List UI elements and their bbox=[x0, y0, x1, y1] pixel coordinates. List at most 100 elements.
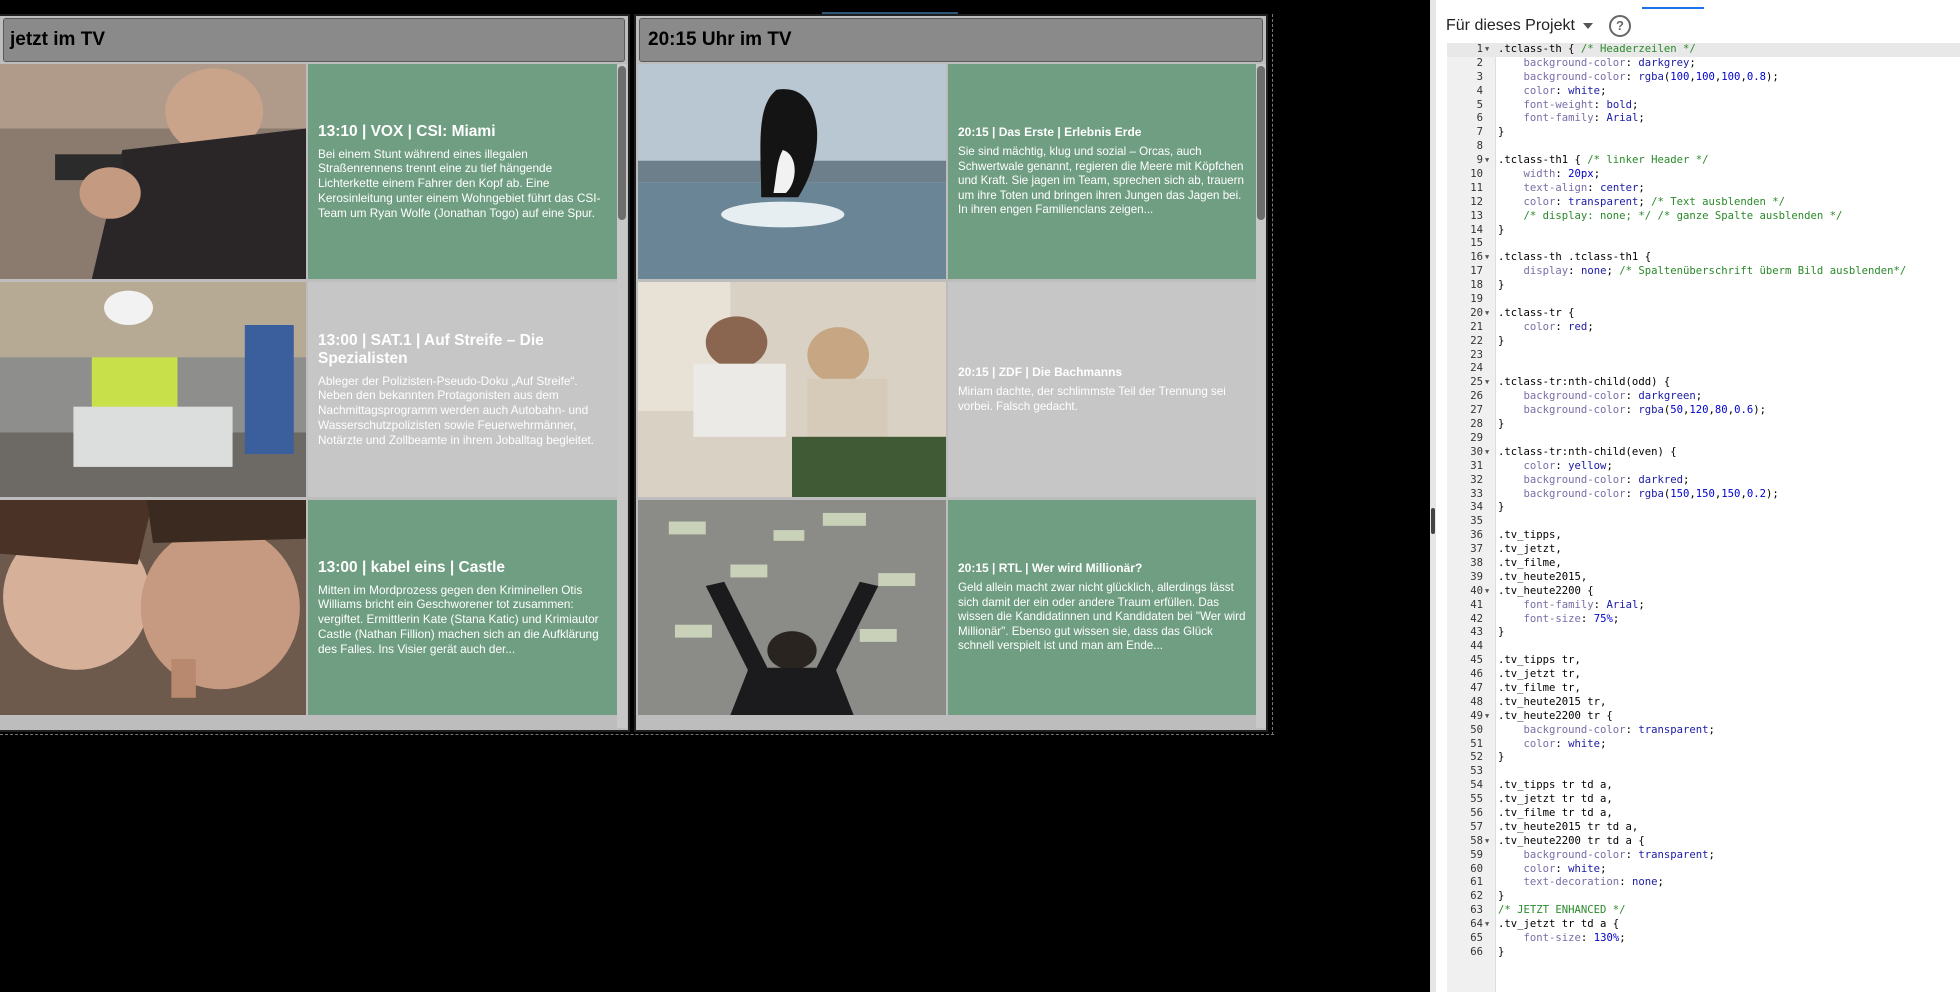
code-line[interactable]: 28} bbox=[1447, 418, 1960, 432]
code-line[interactable]: 51 color: white; bbox=[1447, 738, 1960, 752]
code-line[interactable]: 61 text-decoration: none; bbox=[1447, 876, 1960, 890]
orca-jumping-image[interactable] bbox=[638, 64, 946, 279]
code-text[interactable]: .tv_jetzt, bbox=[1498, 543, 1562, 557]
code-line[interactable]: 20 ▼ .tclass-tr { bbox=[1447, 307, 1960, 321]
code-line[interactable]: 4 color: white; bbox=[1447, 85, 1960, 99]
fold-arrow-icon[interactable]: ▼ bbox=[1485, 43, 1495, 57]
code-line[interactable]: 36 .tv_tipps, bbox=[1447, 529, 1960, 543]
code-text[interactable]: /* display: none; */ /* ganze Spalte aus… bbox=[1498, 210, 1843, 224]
code-line[interactable]: 55 .tv_jetzt tr td a, bbox=[1447, 793, 1960, 807]
table-row[interactable]: 13:00 | SAT.1 | Auf Streife – Die Spezia… bbox=[0, 282, 617, 497]
man-with-gun-image[interactable] bbox=[0, 64, 306, 279]
code-text[interactable]: .tclass-th .tclass-th1 { bbox=[1498, 251, 1651, 265]
code-text[interactable]: .tv_jetzt tr, bbox=[1498, 668, 1581, 682]
program-title-link[interactable]: 13:00 | SAT.1 | Auf Streife – Die Spezia… bbox=[318, 332, 607, 368]
program-info[interactable]: 20:15 | ZDF | Die Bachmanns Miriam dachte… bbox=[948, 282, 1256, 497]
code-line[interactable]: 57 .tv_heute2015 tr td a, bbox=[1447, 821, 1960, 835]
scrollbar[interactable] bbox=[617, 64, 627, 728]
code-line[interactable]: 12 color: transparent; /* Text ausblende… bbox=[1447, 196, 1960, 210]
code-line[interactable]: 16 ▼ .tclass-th .tclass-th1 { bbox=[1447, 251, 1960, 265]
code-text[interactable]: background-color: transparent; bbox=[1498, 849, 1715, 863]
code-line[interactable]: 5 font-weight: bold; bbox=[1447, 99, 1960, 113]
code-line[interactable]: 29 bbox=[1447, 432, 1960, 446]
question-circle-icon[interactable]: ? bbox=[1608, 15, 1631, 37]
code-text[interactable]: .tv_jetzt tr td a, bbox=[1498, 793, 1613, 807]
code-text[interactable]: } bbox=[1498, 224, 1504, 238]
code-text[interactable]: .tv_jetzt tr td a { bbox=[1498, 918, 1619, 932]
code-line[interactable]: 3 background-color: rgba(100,100,100,0.8… bbox=[1447, 71, 1960, 85]
program-title-link[interactable]: 20:15 | ZDF | Die Bachmanns bbox=[958, 365, 1246, 379]
code-line[interactable]: 23 bbox=[1447, 349, 1960, 363]
code-line[interactable]: 53 bbox=[1447, 765, 1960, 779]
code-text[interactable]: color: red; bbox=[1498, 321, 1594, 335]
code-text[interactable]: .tv_heute2200 tr { bbox=[1498, 710, 1613, 724]
code-line[interactable]: 34} bbox=[1447, 501, 1960, 515]
code-line[interactable]: 19 bbox=[1447, 293, 1960, 307]
police-motorcycle-image[interactable] bbox=[0, 282, 306, 497]
couple-sitting-image[interactable] bbox=[638, 282, 946, 497]
code-line[interactable]: 14} bbox=[1447, 224, 1960, 238]
money-rain-image[interactable] bbox=[638, 500, 946, 715]
code-text[interactable]: color: white; bbox=[1498, 85, 1607, 99]
code-line[interactable]: 39 .tv_heute2015, bbox=[1447, 571, 1960, 585]
code-line[interactable]: 46 .tv_jetzt tr, bbox=[1447, 668, 1960, 682]
code-text[interactable]: .tv_filme tr, bbox=[1498, 682, 1581, 696]
program-title-link[interactable]: 13:00 | kabel eins | Castle bbox=[318, 559, 607, 577]
code-line[interactable]: 63 /* JETZT ENHANCED */ bbox=[1447, 904, 1960, 918]
code-text[interactable]: .tv_tipps, bbox=[1498, 529, 1562, 543]
code-text[interactable]: /* JETZT ENHANCED */ bbox=[1498, 904, 1626, 918]
code-text[interactable]: } bbox=[1498, 335, 1504, 349]
code-text[interactable]: background-color: rgba(100,100,100,0.8); bbox=[1498, 71, 1779, 85]
code-line[interactable]: 6 font-family: Arial; bbox=[1447, 112, 1960, 126]
program-title-link[interactable]: 20:15 | Das Erste | Erlebnis Erde bbox=[958, 125, 1246, 139]
code-line[interactable]: 11 text-align: center; bbox=[1447, 182, 1960, 196]
code-lines[interactable]: 1 ▼ .tclass-th { /* Headerzeilen */2 backg… bbox=[1447, 43, 1960, 960]
code-text[interactable]: } bbox=[1498, 279, 1504, 293]
fold-arrow-icon[interactable]: ▼ bbox=[1485, 710, 1495, 724]
program-info[interactable]: 20:15 | RTL | Wer wird Millionär? Geld al… bbox=[948, 500, 1256, 715]
fold-arrow-icon[interactable]: ▼ bbox=[1485, 376, 1495, 390]
code-text[interactable]: background-color: rgba(150,150,150,0.2); bbox=[1498, 488, 1779, 502]
code-text[interactable]: .tv_tipps tr, bbox=[1498, 654, 1581, 668]
program-title-link[interactable]: 20:15 | RTL | Wer wird Millionär? bbox=[958, 561, 1246, 575]
code-text[interactable]: .tv_filme, bbox=[1498, 557, 1562, 571]
scrollbar[interactable] bbox=[1256, 64, 1266, 728]
code-text[interactable]: text-decoration: none; bbox=[1498, 876, 1664, 890]
code-line[interactable]: 50 background-color: transparent; bbox=[1447, 724, 1960, 738]
code-line[interactable]: 27 background-color: rgba(50,120,80,0.6)… bbox=[1447, 404, 1960, 418]
pane-splitter[interactable] bbox=[1430, 0, 1436, 992]
code-text[interactable]: } bbox=[1498, 626, 1504, 640]
code-text[interactable]: .tv_heute2015 tr td a, bbox=[1498, 821, 1638, 835]
program-info[interactable]: 13:10 | VOX | CSI: Miami Bei einem Stunt … bbox=[308, 64, 617, 279]
code-line[interactable]: 9 ▼ .tclass-th1 { /* linker Header */ bbox=[1447, 154, 1960, 168]
code-line[interactable]: 44 bbox=[1447, 640, 1960, 654]
code-line[interactable]: 42 font-size: 75%; bbox=[1447, 613, 1960, 627]
code-text[interactable]: .tclass-tr:nth-child(even) { bbox=[1498, 446, 1677, 460]
scrollbar-thumb[interactable] bbox=[618, 66, 626, 220]
code-line[interactable]: 59 background-color: transparent; bbox=[1447, 849, 1960, 863]
code-line[interactable]: 33 background-color: rgba(150,150,150,0.… bbox=[1447, 488, 1960, 502]
code-line[interactable]: 15 bbox=[1447, 237, 1960, 251]
code-line[interactable]: 24 bbox=[1447, 362, 1960, 376]
code-text[interactable]: font-family: Arial; bbox=[1498, 112, 1645, 126]
code-text[interactable]: background-color: rgba(50,120,80,0.6); bbox=[1498, 404, 1766, 418]
code-line[interactable]: 21 color: red; bbox=[1447, 321, 1960, 335]
code-line[interactable]: 26 background-color: darkgreen; bbox=[1447, 390, 1960, 404]
code-text[interactable]: background-color: transparent; bbox=[1498, 724, 1715, 738]
code-editor[interactable]: 1 ▼ .tclass-th { /* Headerzeilen */2 backg… bbox=[1447, 43, 1960, 992]
code-text[interactable]: text-align: center; bbox=[1498, 182, 1645, 196]
fold-arrow-icon[interactable]: ▼ bbox=[1485, 307, 1495, 321]
code-text[interactable]: color: transparent; /* Text ausblenden *… bbox=[1498, 196, 1786, 210]
fold-arrow-icon[interactable]: ▼ bbox=[1485, 446, 1495, 460]
code-line[interactable]: 25 ▼ .tclass-tr:nth-child(odd) { bbox=[1447, 376, 1960, 390]
code-text[interactable]: } bbox=[1498, 418, 1504, 432]
code-text[interactable]: .tv_tipps tr td a, bbox=[1498, 779, 1613, 793]
program-info[interactable]: 13:00 | SAT.1 | Auf Streife – Die Spezia… bbox=[308, 282, 617, 497]
code-text[interactable]: .tclass-th1 { /* linker Header */ bbox=[1498, 154, 1708, 168]
fold-arrow-icon[interactable]: ▼ bbox=[1485, 585, 1495, 599]
code-line[interactable]: 8 bbox=[1447, 140, 1960, 154]
code-text[interactable]: .tv_heute2200 tr td a { bbox=[1498, 835, 1645, 849]
code-text[interactable]: } bbox=[1498, 501, 1504, 515]
code-line[interactable]: 62} bbox=[1447, 890, 1960, 904]
code-line[interactable]: 1 ▼ .tclass-th { /* Headerzeilen */ bbox=[1447, 43, 1960, 57]
